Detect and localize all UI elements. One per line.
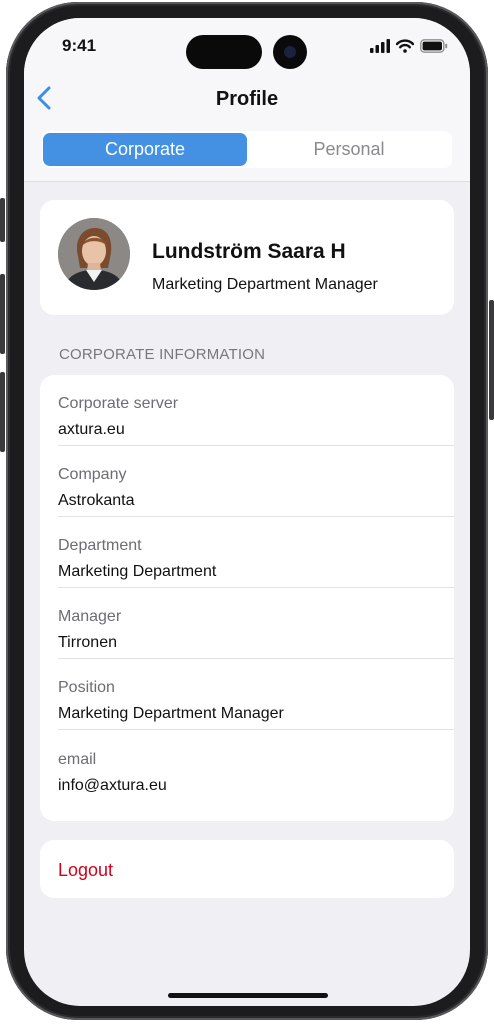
action-button	[0, 198, 5, 242]
tab-personal[interactable]: Personal	[247, 133, 451, 166]
field-label: Department	[58, 537, 142, 554]
logout-card[interactable]: Logout	[40, 840, 454, 898]
person-photo-icon	[58, 218, 130, 290]
wifi-icon	[396, 39, 414, 53]
field-email: email info@axtura.eu	[58, 731, 454, 802]
field-value: axtura.eu	[58, 421, 125, 438]
home-indicator[interactable]	[168, 993, 328, 998]
signal-icon	[370, 39, 390, 53]
row-divider	[58, 729, 454, 730]
field-value: info@axtura.eu	[58, 777, 167, 794]
battery-icon	[420, 39, 448, 53]
field-label: Company	[58, 466, 127, 483]
profile-card: Lundström Saara H Marketing Department M…	[40, 200, 454, 315]
field-value: Tirronen	[58, 634, 117, 651]
field-value: Marketing Department	[58, 563, 217, 580]
field-company: Company Astrokanta	[58, 446, 454, 517]
field-position: Position Marketing Department Manager	[58, 659, 454, 730]
page-title: Profile	[215, 88, 279, 110]
profile-name: Lundström Saara H	[152, 240, 346, 263]
field-label: Manager	[58, 608, 122, 625]
field-label: Corporate server	[58, 395, 179, 412]
status-icons	[370, 39, 448, 53]
screen: 9:41 Profile Corporate Personal Lundströ…	[24, 18, 470, 1006]
field-department: Department Marketing Department	[58, 517, 454, 588]
field-corporate-server: Corporate server axtura.eu	[58, 375, 454, 446]
segmented-control: Corporate Personal	[42, 131, 452, 168]
profile-role: Marketing Department Manager	[152, 276, 378, 293]
field-value: Astrokanta	[58, 492, 135, 509]
corporate-info-card: Corporate server axtura.eu Company Astro…	[40, 375, 454, 821]
avatar	[58, 218, 130, 290]
front-camera	[273, 35, 307, 69]
field-label: Position	[58, 679, 115, 696]
volume-down-button	[0, 372, 5, 452]
field-value: Marketing Department Manager	[58, 705, 284, 722]
power-button	[489, 300, 494, 420]
field-label: email	[58, 751, 97, 768]
logout-button[interactable]: Logout	[58, 860, 113, 881]
section-title: CORPORATE INFORMATION	[59, 346, 266, 363]
status-time: 9:41	[62, 36, 97, 55]
volume-up-button	[0, 274, 5, 354]
field-manager: Manager Tirronen	[58, 588, 454, 659]
tab-corporate[interactable]: Corporate	[43, 133, 247, 166]
dynamic-island	[186, 35, 262, 69]
